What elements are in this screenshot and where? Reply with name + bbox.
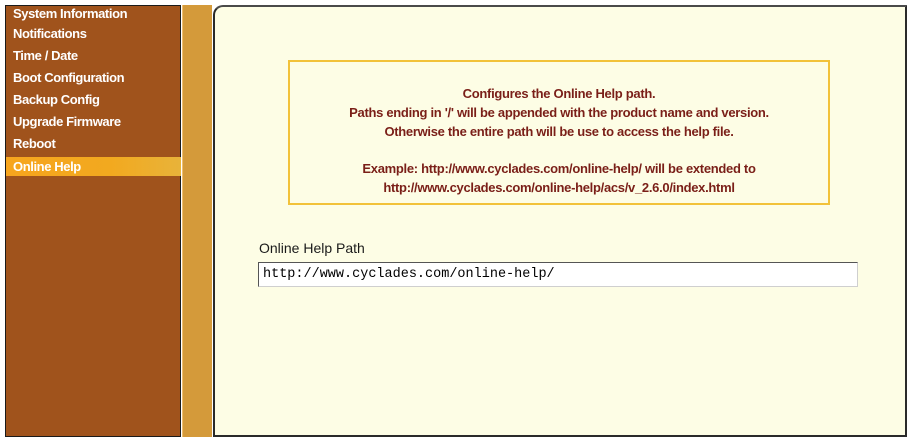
- info-line-2: Paths ending in '/' will be appended wit…: [349, 105, 769, 120]
- sidebar-item-backup-config[interactable]: Backup Config: [6, 89, 180, 111]
- sidebar-item-system-information[interactable]: System Information: [6, 6, 180, 23]
- online-help-path-input[interactable]: [258, 262, 858, 287]
- info-line-5: http://www.cyclades.com/online-help/acs/…: [383, 180, 735, 195]
- sidebar-item-upgrade-firmware[interactable]: Upgrade Firmware: [6, 111, 180, 133]
- sidebar-item-boot-configuration[interactable]: Boot Configuration: [6, 67, 180, 89]
- info-line-1: Configures the Online Help path.: [462, 86, 656, 101]
- info-line-4: Example: http://www.cyclades.com/online-…: [362, 161, 756, 176]
- sidebar-item-reboot[interactable]: Reboot: [6, 133, 180, 155]
- sidebar-item-notifications[interactable]: Notifications: [6, 23, 180, 45]
- sidebar-item-online-help[interactable]: Online Help: [6, 157, 181, 176]
- info-line-3: Otherwise the entire path will be use to…: [384, 124, 734, 139]
- sidebar-nav: System Information Notifications Time / …: [5, 5, 181, 437]
- help-info-box: Configures the Online Help path. Paths e…: [288, 60, 830, 205]
- app-root: System Information Notifications Time / …: [0, 0, 910, 439]
- frame-separator: [182, 5, 212, 437]
- sidebar-item-time-date[interactable]: Time / Date: [6, 45, 180, 67]
- content-panel: Configures the Online Help path. Paths e…: [213, 5, 907, 437]
- online-help-path-label: Online Help Path: [259, 240, 365, 256]
